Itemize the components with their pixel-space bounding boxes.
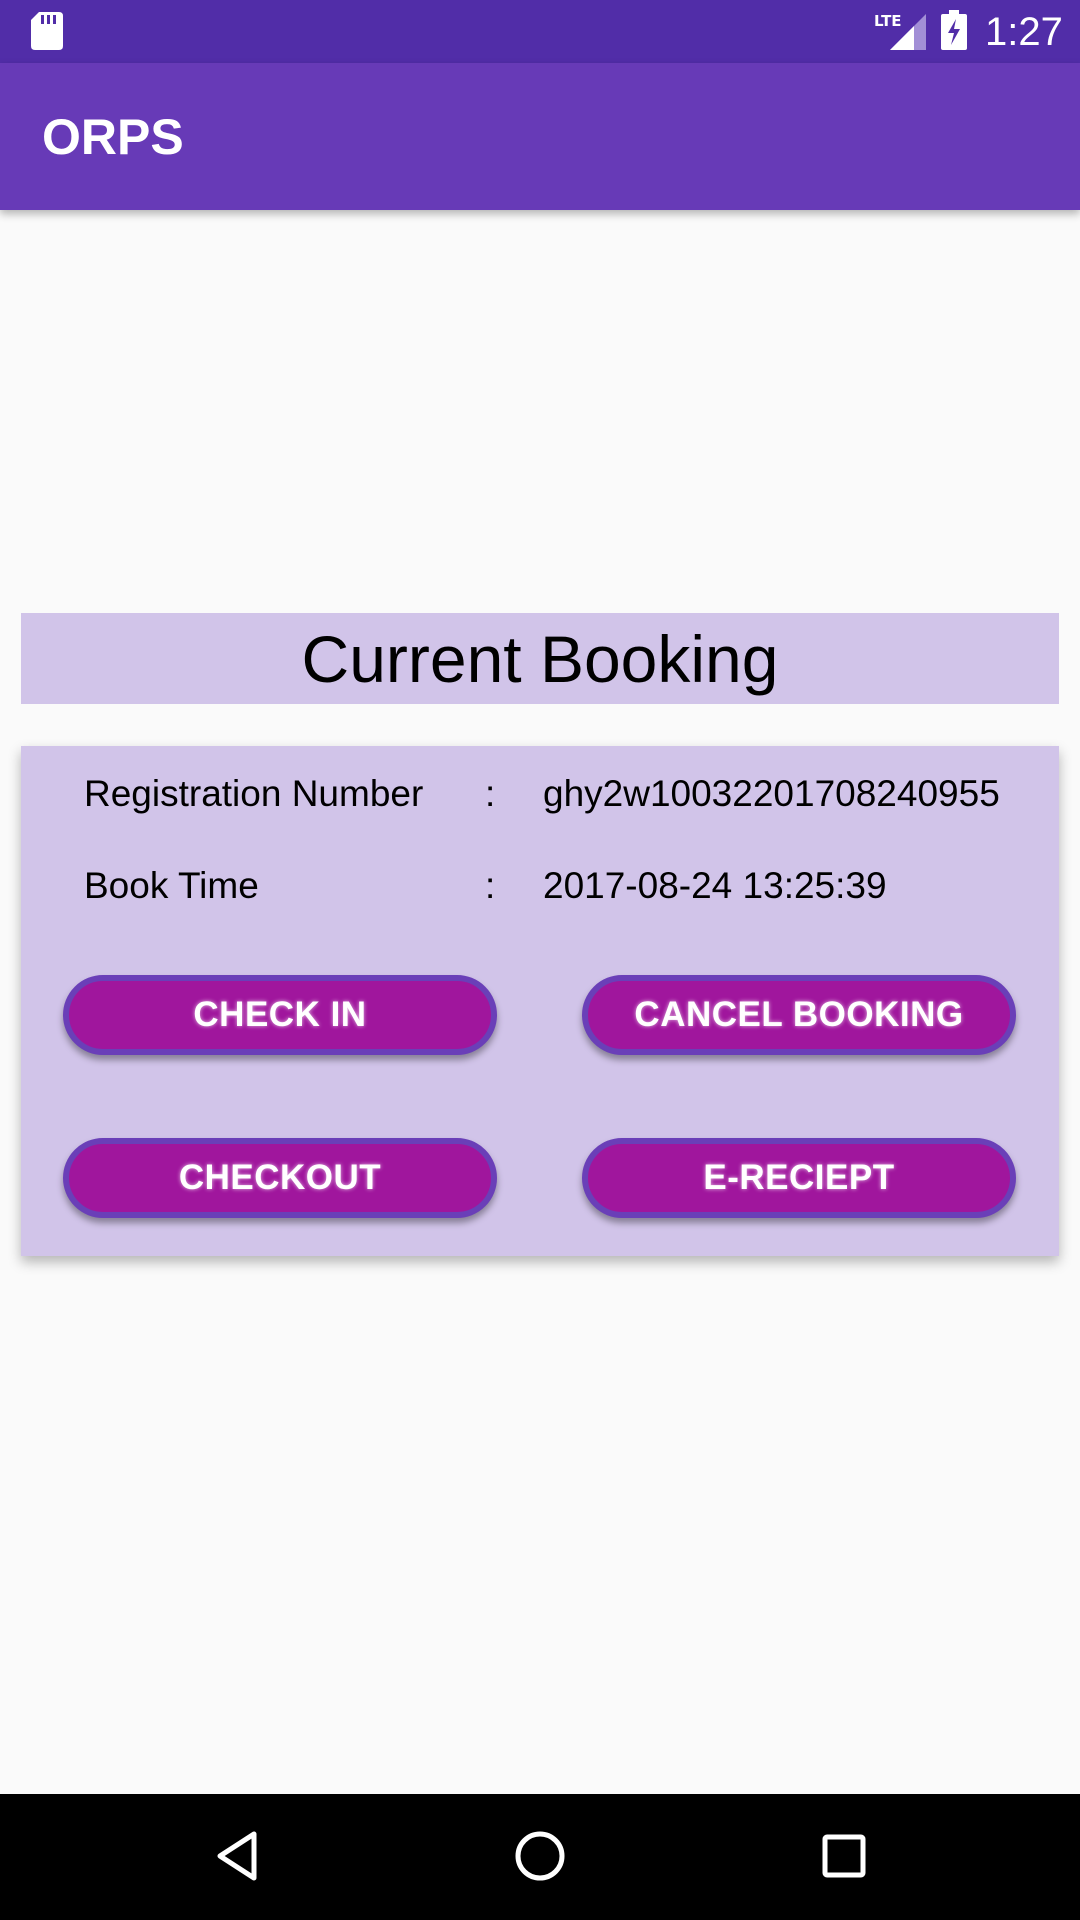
- home-icon[interactable]: [512, 1828, 568, 1884]
- status-clock: 1:27: [985, 10, 1063, 54]
- booking-card: Registration Number : ghy2w1003220170824…: [21, 746, 1059, 1256]
- back-icon[interactable]: [210, 1828, 266, 1884]
- recents-icon[interactable]: [816, 1828, 872, 1884]
- check-in-button[interactable]: CHECK IN: [63, 975, 497, 1055]
- current-booking-header: Current Booking: [21, 613, 1059, 704]
- registration-number-separator: :: [485, 773, 496, 814]
- status-bar: LTE 1:27: [0, 0, 1080, 63]
- e-receipt-button[interactable]: E-RECIEPT: [582, 1138, 1016, 1218]
- book-time-separator: :: [485, 865, 496, 906]
- cancel-booking-button[interactable]: CANCEL BOOKING: [582, 975, 1016, 1055]
- navigation-bar: [0, 1794, 1080, 1920]
- registration-number-value: ghy2w10032201708240955: [543, 773, 1000, 814]
- current-booking-title: Current Booking: [301, 621, 779, 696]
- svg-text:LTE: LTE: [874, 12, 902, 30]
- battery-charging-icon: [941, 10, 967, 50]
- book-time-label: Book Time: [84, 865, 259, 906]
- checkout-button[interactable]: CHECKOUT: [63, 1138, 497, 1218]
- registration-number-label: Registration Number: [84, 773, 424, 814]
- lte-signal-icon: LTE: [874, 12, 926, 50]
- sd-card-icon: [31, 12, 63, 50]
- app-bar: ORPS: [0, 63, 1080, 210]
- book-time-value: 2017-08-24 13:25:39: [543, 865, 887, 906]
- app-title: ORPS: [42, 109, 184, 165]
